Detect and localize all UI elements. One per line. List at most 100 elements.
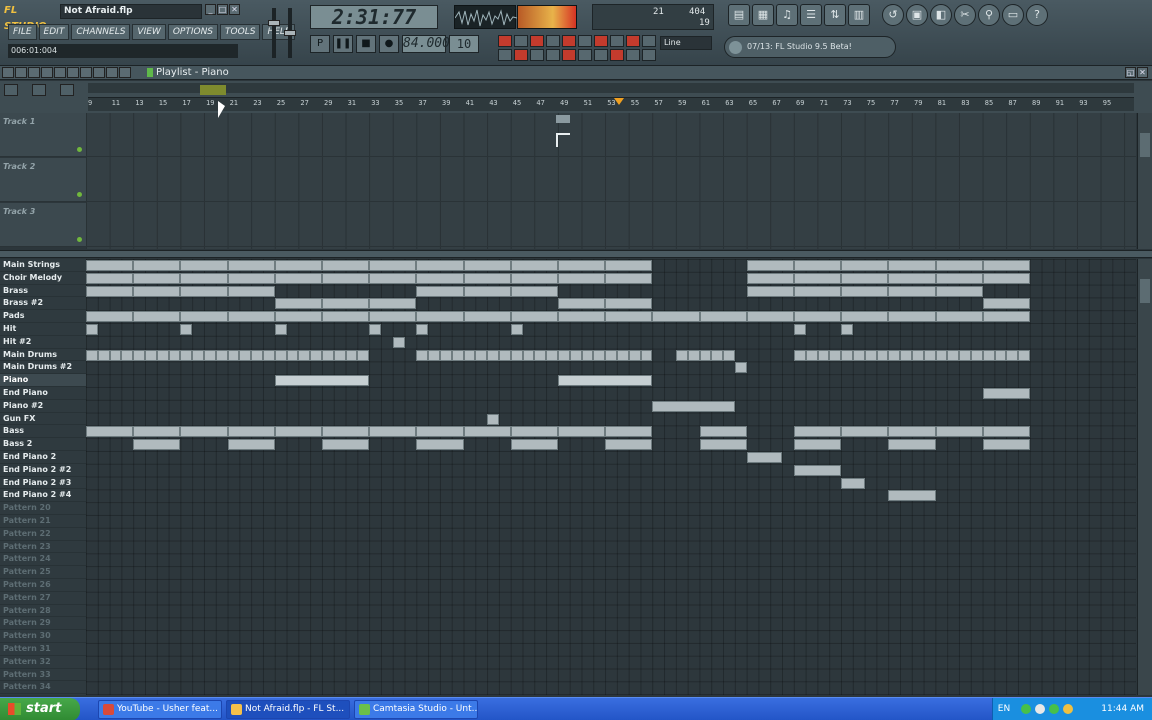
document-icon[interactable]: ▭ xyxy=(1002,4,1024,26)
pattern-clip[interactable] xyxy=(746,285,794,297)
pattern-clip[interactable] xyxy=(440,349,452,361)
pattern-name[interactable]: Pattern 34 xyxy=(0,681,86,695)
pattern-clip[interactable] xyxy=(133,272,181,284)
pattern-clip[interactable] xyxy=(841,324,853,335)
pattern-clip[interactable] xyxy=(357,349,370,361)
pattern-name[interactable]: End Piano xyxy=(0,387,86,400)
language-indicator[interactable]: EN xyxy=(997,698,1011,720)
pattern-clip[interactable] xyxy=(463,311,511,323)
pattern-clip[interactable] xyxy=(180,426,228,438)
horizontal-overview-scrollbar[interactable] xyxy=(88,83,1134,93)
pattern-clip[interactable] xyxy=(676,349,688,361)
pattern-name[interactable]: Pattern 33 xyxy=(0,669,86,682)
playlist-title[interactable]: Playlist - Piano xyxy=(146,66,229,79)
menu-channels[interactable]: CHANNELS xyxy=(71,24,131,40)
track-2-label[interactable]: Track 2 xyxy=(0,158,86,202)
pattern-name[interactable]: Brass xyxy=(0,285,86,298)
toggle-g[interactable] xyxy=(594,49,608,61)
pattern-clip[interactable] xyxy=(416,439,464,451)
close-button[interactable]: ✕ xyxy=(229,4,240,15)
pattern-clip[interactable] xyxy=(640,349,653,361)
pattern-name[interactable]: Pattern 29 xyxy=(0,617,86,631)
toggle-c[interactable] xyxy=(530,49,544,61)
mute-icon[interactable] xyxy=(67,67,79,78)
pattern-clip[interactable] xyxy=(416,426,464,438)
pattern-name[interactable]: Pattern 30 xyxy=(0,630,86,643)
pattern-name[interactable]: Gun FX xyxy=(0,413,86,426)
task-youtube[interactable]: YouTube - Usher feat... xyxy=(98,700,222,719)
pattern-clip[interactable] xyxy=(628,349,641,361)
track-enable-icon[interactable] xyxy=(77,237,82,242)
pattern-clip[interactable] xyxy=(133,426,181,438)
pause-button[interactable]: ❚❚ xyxy=(333,35,353,53)
pattern-clip[interactable] xyxy=(935,349,948,361)
pattern-clip[interactable] xyxy=(888,272,936,284)
pattern-clip[interactable] xyxy=(451,349,464,361)
pattern-clip[interactable] xyxy=(322,272,370,284)
pattern-clip[interactable] xyxy=(746,260,794,271)
pattern-clip[interactable] xyxy=(227,439,275,451)
pattern-clip[interactable] xyxy=(215,349,228,361)
pattern-clip[interactable] xyxy=(369,311,417,323)
pattern-clip[interactable] xyxy=(1018,349,1030,361)
pattern-clip[interactable] xyxy=(510,311,558,323)
pattern-clip[interactable] xyxy=(723,349,735,361)
pattern-clip[interactable] xyxy=(227,311,275,323)
tools-icon[interactable]: ✂ xyxy=(954,4,976,26)
tray-icon[interactable] xyxy=(1049,704,1059,714)
pattern-clip[interactable] xyxy=(558,260,606,271)
pattern-name[interactable]: End Piano 2 #4 xyxy=(0,489,86,503)
pattern-name[interactable]: Hit #2 xyxy=(0,336,86,349)
pattern-clip[interactable] xyxy=(888,349,901,361)
pattern-clip[interactable] xyxy=(959,349,971,361)
pattern-clip[interactable] xyxy=(274,260,322,271)
pattern-clip[interactable] xyxy=(133,260,181,271)
pattern-clip[interactable] xyxy=(935,426,983,438)
song-position-marker[interactable] xyxy=(614,98,624,105)
pattern-clip[interactable] xyxy=(841,311,889,323)
pattern-clip[interactable] xyxy=(416,349,429,361)
pattern-clip[interactable] xyxy=(982,311,1030,323)
pattern-name[interactable]: Pattern 27 xyxy=(0,592,86,605)
pattern-clip[interactable] xyxy=(982,272,1030,284)
tray-icon[interactable] xyxy=(1063,704,1073,714)
pattern-clip[interactable] xyxy=(794,349,806,361)
menu-file[interactable]: FILE xyxy=(8,24,37,40)
pattern-clip[interactable] xyxy=(652,311,700,323)
pattern-clip[interactable] xyxy=(888,439,936,451)
channel-icon[interactable]: ▥ xyxy=(848,4,870,26)
start-button[interactable]: start xyxy=(0,698,80,720)
pattern-clip[interactable] xyxy=(617,349,629,361)
pattern-name[interactable]: Bass xyxy=(0,425,86,439)
toggle-h[interactable] xyxy=(610,49,624,61)
pattern-name[interactable]: Pattern 32 xyxy=(0,656,86,669)
toggle-metronome[interactable] xyxy=(514,35,528,47)
pattern-clip[interactable] xyxy=(322,311,370,323)
pattern-clip[interactable] xyxy=(510,324,523,335)
track-vertical-scrollbar[interactable] xyxy=(1137,113,1152,249)
toggle-e[interactable] xyxy=(562,49,576,61)
pattern-clip[interactable] xyxy=(168,349,181,361)
pattern-clip[interactable] xyxy=(794,272,842,284)
pattern-clip[interactable] xyxy=(794,324,806,335)
pattern-clip[interactable] xyxy=(251,349,263,361)
track-lane[interactable] xyxy=(86,113,1136,157)
pattern-clip[interactable] xyxy=(109,349,122,361)
pattern-clip[interactable] xyxy=(192,349,204,361)
pattern-clip[interactable] xyxy=(746,272,794,284)
pattern-clip[interactable] xyxy=(652,400,735,412)
pattern-clip[interactable] xyxy=(487,349,499,361)
pattern-clip[interactable] xyxy=(605,260,653,271)
pattern-clip[interactable] xyxy=(900,349,912,361)
task-fl-studio[interactable]: Not Afraid.flp - FL St... xyxy=(226,700,350,719)
toggle-d[interactable] xyxy=(546,49,560,61)
pattern-clip[interactable] xyxy=(369,260,417,271)
pattern-clip[interactable] xyxy=(735,362,747,374)
pattern-clip[interactable] xyxy=(274,298,322,310)
pattern-clip[interactable] xyxy=(558,375,653,387)
pattern-clip[interactable] xyxy=(510,272,558,284)
pattern-clip[interactable] xyxy=(204,349,216,361)
pattern-name[interactable]: Choir Melody xyxy=(0,272,86,285)
pattern-clip[interactable] xyxy=(274,375,370,387)
pattern-clip[interactable] xyxy=(546,349,558,361)
